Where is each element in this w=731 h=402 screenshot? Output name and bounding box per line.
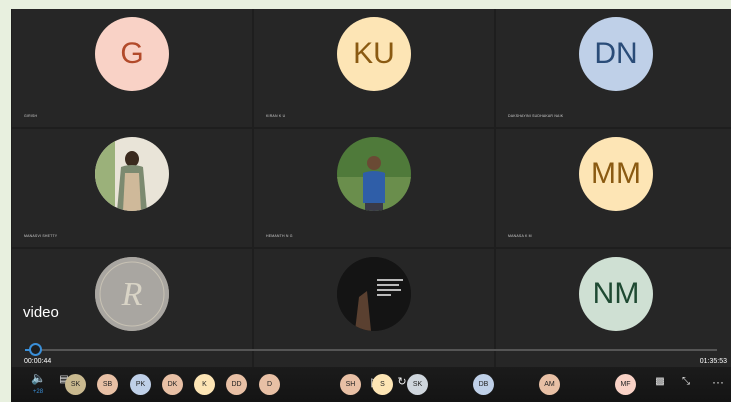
participant-name: MANASA K M xyxy=(508,234,532,238)
participant-chip[interactable]: D xyxy=(259,374,280,395)
participant-chip[interactable]: SH xyxy=(340,374,361,395)
miniplayer-icon[interactable]: ▩ xyxy=(653,373,667,391)
video-label: video xyxy=(23,304,59,321)
progress-knob[interactable] xyxy=(29,343,42,356)
avatar-photo xyxy=(337,257,411,331)
participant-chip[interactable]: MF xyxy=(615,374,636,395)
participant-chip[interactable]: SB xyxy=(97,374,118,395)
participant-name: DAKSHAYINI SUDHAKAR NAIK xyxy=(508,114,564,118)
control-bar: 🔈 +28 ▤ ↺ ▷ ↻ ✎ ▩ ⤡ ··· SKSBPKDKKDDDSHSS… xyxy=(11,367,731,402)
progress-track[interactable] xyxy=(25,349,717,351)
volume-badge: +28 xyxy=(32,389,44,395)
participant-chip[interactable]: PK xyxy=(130,374,151,395)
participant-tile[interactable]: MANASVI SHETTY xyxy=(12,129,252,247)
exit-fullscreen-icon[interactable]: ⤡ xyxy=(679,373,693,391)
avatar-initials: NM xyxy=(579,257,653,331)
participant-tile[interactable]: G GIRISH xyxy=(12,9,252,127)
video-frame: ← GGIRISHKUKIRAN K UDNDAKSHAYINI SUDHAKA… xyxy=(11,9,731,402)
participant-tile[interactable]: HEMANTH N G xyxy=(254,129,494,247)
participant-chip[interactable]: SK xyxy=(65,374,86,395)
participant-chip[interactable]: DB xyxy=(473,374,494,395)
participant-name: KIRAN K U xyxy=(266,114,286,118)
current-time: 00:00:44 xyxy=(24,358,52,365)
avatar-initials: G xyxy=(95,17,169,91)
avatar-initials: KU xyxy=(337,17,411,91)
participant-tile[interactable]: MM MANASA K M xyxy=(496,129,731,247)
participant-chip[interactable]: AM xyxy=(539,374,560,395)
participant-name: HEMANTH N G xyxy=(266,234,293,238)
avatar-photo: R xyxy=(95,257,169,331)
participant-chip[interactable]: SK xyxy=(407,374,428,395)
participant-tile[interactable]: DN DAKSHAYINI SUDHAKAR NAIK xyxy=(496,9,731,127)
participant-chip[interactable]: K xyxy=(194,374,215,395)
total-time: 01:35:53 xyxy=(699,358,727,365)
participant-chip[interactable]: DD xyxy=(226,374,247,395)
participant-tile[interactable]: KU KIRAN K U xyxy=(254,9,494,127)
avatar-photo xyxy=(95,137,169,211)
participant-chip[interactable]: DK xyxy=(162,374,183,395)
more-options-icon[interactable]: ··· xyxy=(711,373,725,391)
avatar-photo xyxy=(337,137,411,211)
avatar-initials: MM xyxy=(579,137,653,211)
svg-text:R: R xyxy=(121,276,143,313)
avatar-initials: DN xyxy=(579,17,653,91)
participant-name: GIRISH xyxy=(24,114,38,118)
participant-chip[interactable]: S xyxy=(372,374,393,395)
participant-name: MANASVI SHETTY xyxy=(24,234,58,238)
